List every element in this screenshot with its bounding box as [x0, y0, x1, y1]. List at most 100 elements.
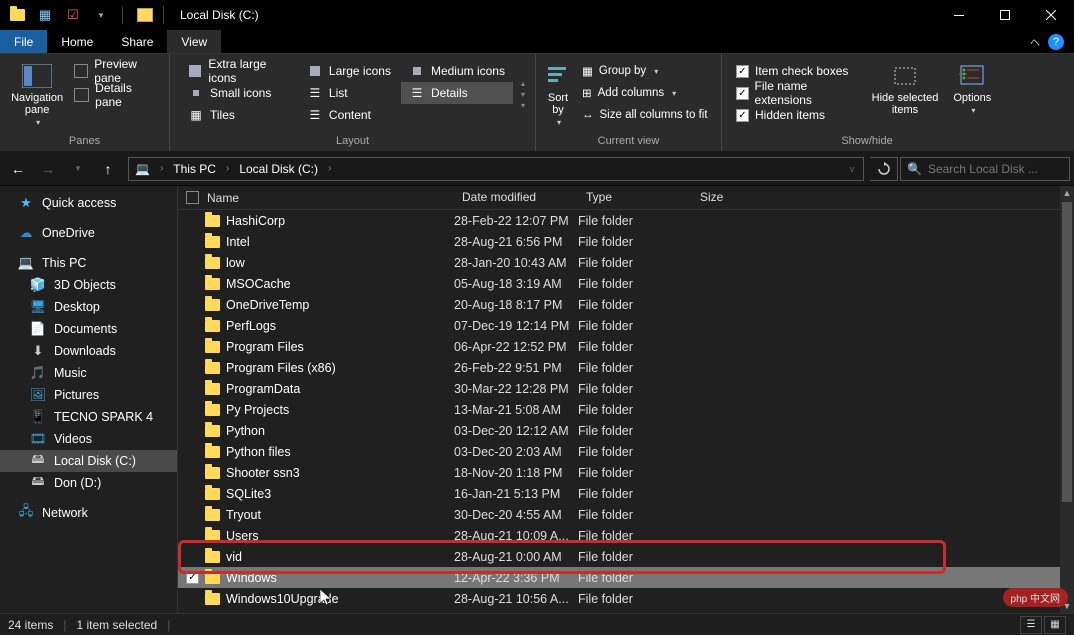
col-date[interactable]: Date modified	[454, 186, 578, 209]
table-row[interactable]: ✓HashiCorp28-Feb-22 12:07 PMFile folder	[178, 210, 1060, 231]
col-size[interactable]: Size	[692, 186, 772, 209]
chevron-right-icon[interactable]: ›	[324, 163, 335, 174]
file-extensions-toggle[interactable]: ✓File name extensions	[736, 82, 863, 104]
view-details-button[interactable]: ☰	[1020, 616, 1042, 634]
qat-properties-icon[interactable]: ▦	[34, 4, 56, 26]
layout-list[interactable]: ☰List	[299, 82, 399, 104]
addr-dropdown[interactable]: v	[841, 155, 863, 183]
nav-videos[interactable]: 🎞Videos	[0, 428, 177, 450]
tab-view[interactable]: View	[167, 30, 221, 53]
select-all-checkbox[interactable]	[186, 191, 199, 204]
navigation-pane[interactable]: ★Quick access ☁OneDrive 💻This PC 🧊3D Obj…	[0, 186, 178, 613]
nav-downloads[interactable]: ⬇Downloads	[0, 340, 177, 362]
minimize-button[interactable]	[936, 0, 982, 30]
hide-selected-button[interactable]: Hide selected items	[871, 58, 938, 131]
breadcrumb-localdisk[interactable]: Local Disk (C:)	[233, 158, 324, 180]
layout-extra-large-icons[interactable]: Extra large icons	[180, 60, 297, 82]
vertical-scrollbar[interactable]: ▲ ▼	[1060, 186, 1074, 613]
table-row[interactable]: ✓vid28-Aug-21 0:00 AMFile folder	[178, 546, 1060, 567]
nav-thispc[interactable]: 💻This PC	[0, 252, 177, 274]
layout-content[interactable]: ☰Content	[299, 104, 399, 126]
table-row[interactable]: ✓ProgramData30-Mar-22 12:28 PMFile folde…	[178, 378, 1060, 399]
view-thumbnails-button[interactable]: ▦	[1044, 616, 1066, 634]
scrollbar-thumb[interactable]	[1062, 202, 1072, 502]
folder-icon	[202, 530, 222, 542]
navigation-pane-button[interactable]: Navigation pane ▾	[6, 58, 68, 131]
table-row[interactable]: ✓Python files03-Dec-20 2:03 AMFile folde…	[178, 441, 1060, 462]
chevron-right-icon[interactable]: ›	[222, 163, 233, 174]
groupby-button[interactable]: ▦Group by▾	[576, 60, 714, 82]
recent-dropdown[interactable]: ▾	[64, 155, 92, 183]
table-row[interactable]: ✓Program Files (x86)26-Feb-22 9:51 PMFil…	[178, 357, 1060, 378]
layout-small-icons[interactable]: Small icons	[180, 82, 297, 104]
file-type: File folder	[578, 214, 692, 228]
forward-button[interactable]: →	[34, 155, 62, 183]
tab-file[interactable]: File	[0, 30, 47, 53]
refresh-button[interactable]	[870, 157, 898, 181]
nav-documents[interactable]: 📄Documents	[0, 318, 177, 340]
table-row[interactable]: ✓low28-Jan-20 10:43 AMFile folder	[178, 252, 1060, 273]
file-type: File folder	[578, 403, 692, 417]
col-type[interactable]: Type	[578, 186, 692, 209]
nav-3d-objects[interactable]: 🧊3D Objects	[0, 274, 177, 296]
scroll-down-icon[interactable]: ▾	[521, 90, 525, 99]
address-field[interactable]: 💻 › This PC › Local Disk (C:) › v	[128, 157, 864, 181]
layout-large-icons[interactable]: Large icons	[299, 60, 399, 82]
up-button[interactable]: ↑	[94, 155, 122, 183]
hidden-items-toggle[interactable]: ✓Hidden items	[736, 104, 863, 126]
options-button[interactable]: Options ▾	[939, 58, 1006, 131]
file-type: File folder	[578, 382, 692, 396]
search-input[interactable]: 🔍 Search Local Disk ...	[900, 157, 1070, 181]
table-row[interactable]: ✓Intel28-Aug-21 6:56 PMFile folder	[178, 231, 1060, 252]
table-row[interactable]: ✓SQLite316-Jan-21 5:13 PMFile folder	[178, 483, 1060, 504]
nav-localdisk-c[interactable]: 🖴Local Disk (C:)	[0, 450, 177, 472]
qat-checkmark-icon[interactable]: ☑	[62, 4, 84, 26]
layout-medium-icons[interactable]: Medium icons	[401, 60, 513, 82]
layout-details[interactable]: ☰Details	[401, 82, 513, 104]
layout-tiles[interactable]: ▦Tiles	[180, 104, 297, 126]
table-row[interactable]: ✓Windows10Upgrade28-Aug-21 10:56 A...Fil…	[178, 588, 1060, 609]
ribbon-collapse-icon[interactable]: へ	[1030, 34, 1040, 49]
help-button[interactable]: ?	[1048, 34, 1064, 50]
folder-icon	[202, 278, 222, 290]
table-row[interactable]: ✓OneDriveTemp20-Aug-18 8:17 PMFile folde…	[178, 294, 1060, 315]
table-row[interactable]: ✓PerfLogs07-Dec-19 12:14 PMFile folder	[178, 315, 1060, 336]
nav-desktop[interactable]: 🖥Desktop	[0, 296, 177, 318]
preview-pane-button[interactable]: Preview pane	[68, 60, 163, 82]
table-row[interactable]: ✓MSOCache05-Aug-18 3:19 AMFile folder	[178, 273, 1060, 294]
qat-dropdown-icon[interactable]: ▾	[90, 4, 112, 26]
scroll-up-icon[interactable]: ▲	[1060, 186, 1074, 200]
expand-icon[interactable]: ▾	[521, 101, 525, 110]
table-row[interactable]: ✓Program Files06-Apr-22 12:52 PMFile fol…	[178, 336, 1060, 357]
nav-onedrive[interactable]: ☁OneDrive	[0, 222, 177, 244]
close-button[interactable]	[1028, 0, 1074, 30]
sortby-button[interactable]: Sort by ▾	[542, 58, 574, 131]
table-row[interactable]: ✓Python03-Dec-20 12:12 AMFile folder	[178, 420, 1060, 441]
nav-music[interactable]: 🎵Music	[0, 362, 177, 384]
breadcrumb-thispc[interactable]: This PC	[167, 158, 222, 180]
tab-home[interactable]: Home	[47, 30, 107, 53]
chevron-right-icon[interactable]: ›	[156, 163, 167, 174]
nav-network[interactable]: 🖧Network	[0, 502, 177, 524]
addcolumns-button[interactable]: ⊞Add columns▾	[576, 82, 714, 104]
table-row[interactable]: ✓Py Projects13-Mar-21 5:08 AMFile folder	[178, 399, 1060, 420]
scroll-down-icon[interactable]: ▼	[1060, 599, 1074, 613]
row-checkbox[interactable]: ✓	[186, 571, 202, 584]
table-row[interactable]: ✓Shooter ssn318-Nov-20 1:18 PMFile folde…	[178, 462, 1060, 483]
nav-tecno[interactable]: 📱TECNO SPARK 4	[0, 406, 177, 428]
sizecolumns-button[interactable]: ↔Size all columns to fit	[576, 104, 714, 126]
tab-share[interactable]: Share	[107, 30, 167, 53]
nav-don-d[interactable]: 🖴Don (D:)	[0, 472, 177, 494]
table-row[interactable]: ✓Windows12-Apr-22 3:36 PMFile folder	[178, 567, 1060, 588]
table-row[interactable]: ✓Users28-Aug-21 10:09 A...File folder	[178, 525, 1060, 546]
addr-pc-icon[interactable]: 💻	[129, 158, 156, 180]
scroll-up-icon[interactable]: ▴	[521, 79, 525, 88]
table-row[interactable]: ✓Tryout30-Dec-20 4:55 AMFile folder	[178, 504, 1060, 525]
nav-pictures[interactable]: 🖼Pictures	[0, 384, 177, 406]
details-pane-button[interactable]: Details pane	[68, 84, 163, 106]
back-button[interactable]: ←	[4, 155, 32, 183]
maximize-button[interactable]	[982, 0, 1028, 30]
ribbon: Navigation pane ▾ Preview pane Details p…	[0, 54, 1074, 152]
col-name[interactable]: Name	[178, 186, 454, 209]
nav-quick-access[interactable]: ★Quick access	[0, 192, 177, 214]
